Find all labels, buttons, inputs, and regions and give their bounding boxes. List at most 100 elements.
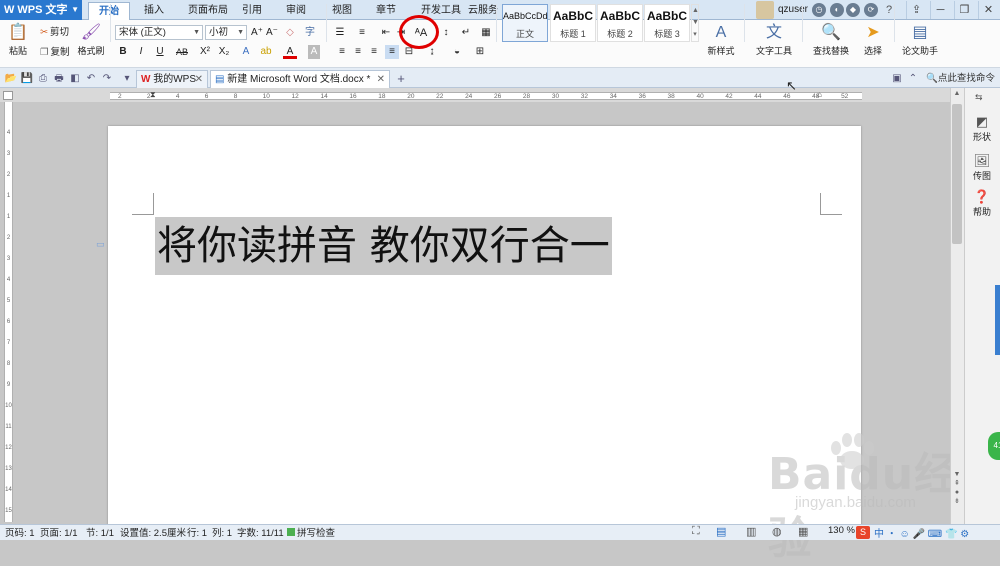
status-page-number[interactable]: 页码: 1: [5, 525, 35, 539]
tab-my-wps[interactable]: W 我的WPS ✕: [136, 70, 208, 88]
tab-cloud[interactable]: 云服务: [466, 2, 500, 20]
scrollbar-thumb[interactable]: [952, 104, 962, 244]
share-icon[interactable]: ◆: [846, 3, 860, 17]
format-painter-button[interactable]: 🖌 格式刷: [76, 24, 106, 57]
paragraph-mark-icon[interactable]: ↵: [460, 26, 472, 40]
text-tools-button[interactable]: 文文字工具: [750, 24, 798, 57]
align-left-icon[interactable]: ≡: [336, 45, 348, 59]
minimize-button[interactable]: ─: [930, 1, 950, 19]
new-tab-icon[interactable]: +: [394, 72, 408, 86]
undo-icon[interactable]: ↶: [84, 72, 98, 86]
close-icon[interactable]: ✕: [377, 71, 385, 88]
table-border-icon[interactable]: ▦: [480, 26, 492, 40]
app-menu-button[interactable]: W WPS 文字 ▼: [0, 0, 82, 20]
open-icon[interactable]: 📂: [4, 72, 18, 86]
notification-badge[interactable]: 41: [988, 432, 1000, 460]
tab-stop-selector[interactable]: [3, 91, 13, 100]
restore-button[interactable]: ❐: [954, 1, 974, 19]
right-indent-marker[interactable]: ⌂: [817, 90, 822, 99]
scroll-nav-icons[interactable]: ▼ ⇞ ● ⇟: [952, 470, 962, 506]
decrease-indent-icon[interactable]: ⇤: [380, 26, 392, 40]
status-pages[interactable]: 页面: 1/1: [40, 525, 78, 539]
bold-icon[interactable]: B: [117, 45, 129, 59]
style-heading-3[interactable]: AaBbC 标题 3: [644, 4, 690, 42]
status-word-count[interactable]: 字数: 11/11: [237, 525, 284, 539]
status-setting[interactable]: 设置值: 2.5厘米: [120, 525, 186, 539]
read-mode-icon[interactable]: ▦: [798, 525, 808, 538]
collapse-icon[interactable]: ⌃: [906, 72, 920, 86]
tab-references[interactable]: 引用: [238, 2, 266, 20]
fullscreen-icon[interactable]: ⛶: [692, 525, 700, 538]
skin-icon[interactable]: ◐: [830, 3, 844, 17]
status-col[interactable]: 列: 1: [212, 525, 232, 539]
superscript-icon[interactable]: X²: [198, 45, 212, 59]
grow-font-icon[interactable]: A⁺: [251, 26, 263, 40]
paste-button[interactable]: 📋 粘贴: [4, 24, 32, 57]
new-style-button[interactable]: A 新样式: [702, 24, 740, 57]
upload-image-button[interactable]: 🖼 传图: [966, 153, 998, 182]
page-view-icon[interactable]: ▤: [716, 525, 726, 538]
cut-button[interactable]: ✂ 剪切: [40, 26, 69, 40]
avatar[interactable]: [756, 1, 774, 19]
web-view-icon[interactable]: ◍: [772, 525, 782, 538]
numbered-list-icon[interactable]: ≡: [354, 26, 370, 40]
tab-review[interactable]: 审阅: [282, 2, 310, 20]
indent-marker[interactable]: ⧗: [150, 90, 156, 100]
find-replace-button[interactable]: 🔍 查找替换: [806, 24, 856, 57]
tab-home[interactable]: 开始: [88, 2, 130, 20]
redo-icon[interactable]: ↷: [100, 72, 114, 86]
select-button[interactable]: ➤ 选择: [858, 24, 888, 57]
close-button[interactable]: ✕: [978, 1, 998, 19]
chevron-down-icon[interactable]: ▾: [120, 72, 134, 86]
font-name-select[interactable]: 宋体 (正文) ▼: [115, 25, 203, 40]
close-icon[interactable]: ✕: [195, 71, 203, 88]
tab-insert[interactable]: 插入: [138, 2, 170, 20]
sort-icon[interactable]: ↕: [440, 26, 452, 40]
styles-scroll[interactable]: ▲ ▼ ▾: [691, 4, 699, 42]
char-shading-icon[interactable]: A: [308, 45, 320, 59]
shrink-font-icon[interactable]: A⁻: [266, 26, 278, 40]
help-button[interactable]: ❓ 帮助: [966, 189, 998, 218]
text-effect-icon[interactable]: A: [239, 45, 253, 59]
outline-view-icon[interactable]: ▥: [746, 525, 756, 538]
user-status-icon[interactable]: ◷: [812, 3, 826, 17]
style-normal[interactable]: AaBbCcDd 正文: [502, 4, 548, 42]
save-icon[interactable]: 💾: [20, 72, 34, 86]
phonetic-guide-icon[interactable]: 字: [304, 26, 316, 40]
print-icon[interactable]: 🖶: [52, 72, 66, 86]
upload-icon[interactable]: ⇪: [906, 1, 926, 19]
status-section[interactable]: 节: 1/1: [86, 525, 114, 539]
export-icon[interactable]: ⎙: [36, 72, 50, 86]
align-right-icon[interactable]: ≡: [368, 45, 380, 59]
status-row[interactable]: 行: 1: [187, 525, 207, 539]
thesis-helper-button[interactable]: ▤ 论文助手: [898, 24, 942, 57]
font-color-icon[interactable]: A: [283, 45, 297, 59]
shape-button[interactable]: ◩ 形状: [966, 114, 998, 143]
zoom-level[interactable]: 130 %: [828, 525, 855, 536]
preview-icon[interactable]: ◧: [68, 72, 82, 86]
scroll-up-icon[interactable]: ▲: [952, 90, 962, 97]
highlight-icon[interactable]: ab: [259, 45, 273, 59]
feedback-icon[interactable]: ▣: [890, 72, 904, 86]
tab-view[interactable]: 视图: [328, 2, 356, 20]
ime-status-icons[interactable]: 中 ・ ☺ 🎤 ⌨ 👕 ⚙: [874, 525, 969, 540]
copy-button[interactable]: ❐ 复制: [40, 46, 70, 60]
command-search[interactable]: 🔍点此查找命令: [926, 72, 995, 86]
tab-page-layout[interactable]: 页面布局: [180, 2, 236, 20]
justify-icon[interactable]: ≡: [385, 45, 399, 59]
paragraph-handle-icon[interactable]: ▭: [96, 239, 105, 250]
style-heading-1[interactable]: AaBbC 标题 1: [550, 4, 596, 42]
clear-format-icon[interactable]: ◇: [284, 26, 296, 40]
selected-text[interactable]: 将你读拼音 教你双行合一: [155, 217, 612, 275]
tab-document[interactable]: ▤ 新建 Microsoft Word 文档.docx * ✕: [210, 70, 390, 88]
bullet-list-icon[interactable]: ☰: [332, 26, 348, 40]
align-center-icon[interactable]: ≡: [352, 45, 364, 59]
ime-logo-icon[interactable]: S: [856, 526, 870, 539]
collapse-panel-icon[interactable]: ⇆: [975, 92, 983, 103]
strikethrough-icon[interactable]: AB: [174, 45, 190, 59]
username[interactable]: qzuser: [778, 3, 808, 17]
style-heading-2[interactable]: AaBbC 标题 2: [597, 4, 643, 42]
underline-icon[interactable]: U: [153, 45, 167, 59]
paragraph-shading-icon[interactable]: ◒: [449, 45, 465, 59]
subscript-icon[interactable]: X₂: [217, 45, 231, 59]
